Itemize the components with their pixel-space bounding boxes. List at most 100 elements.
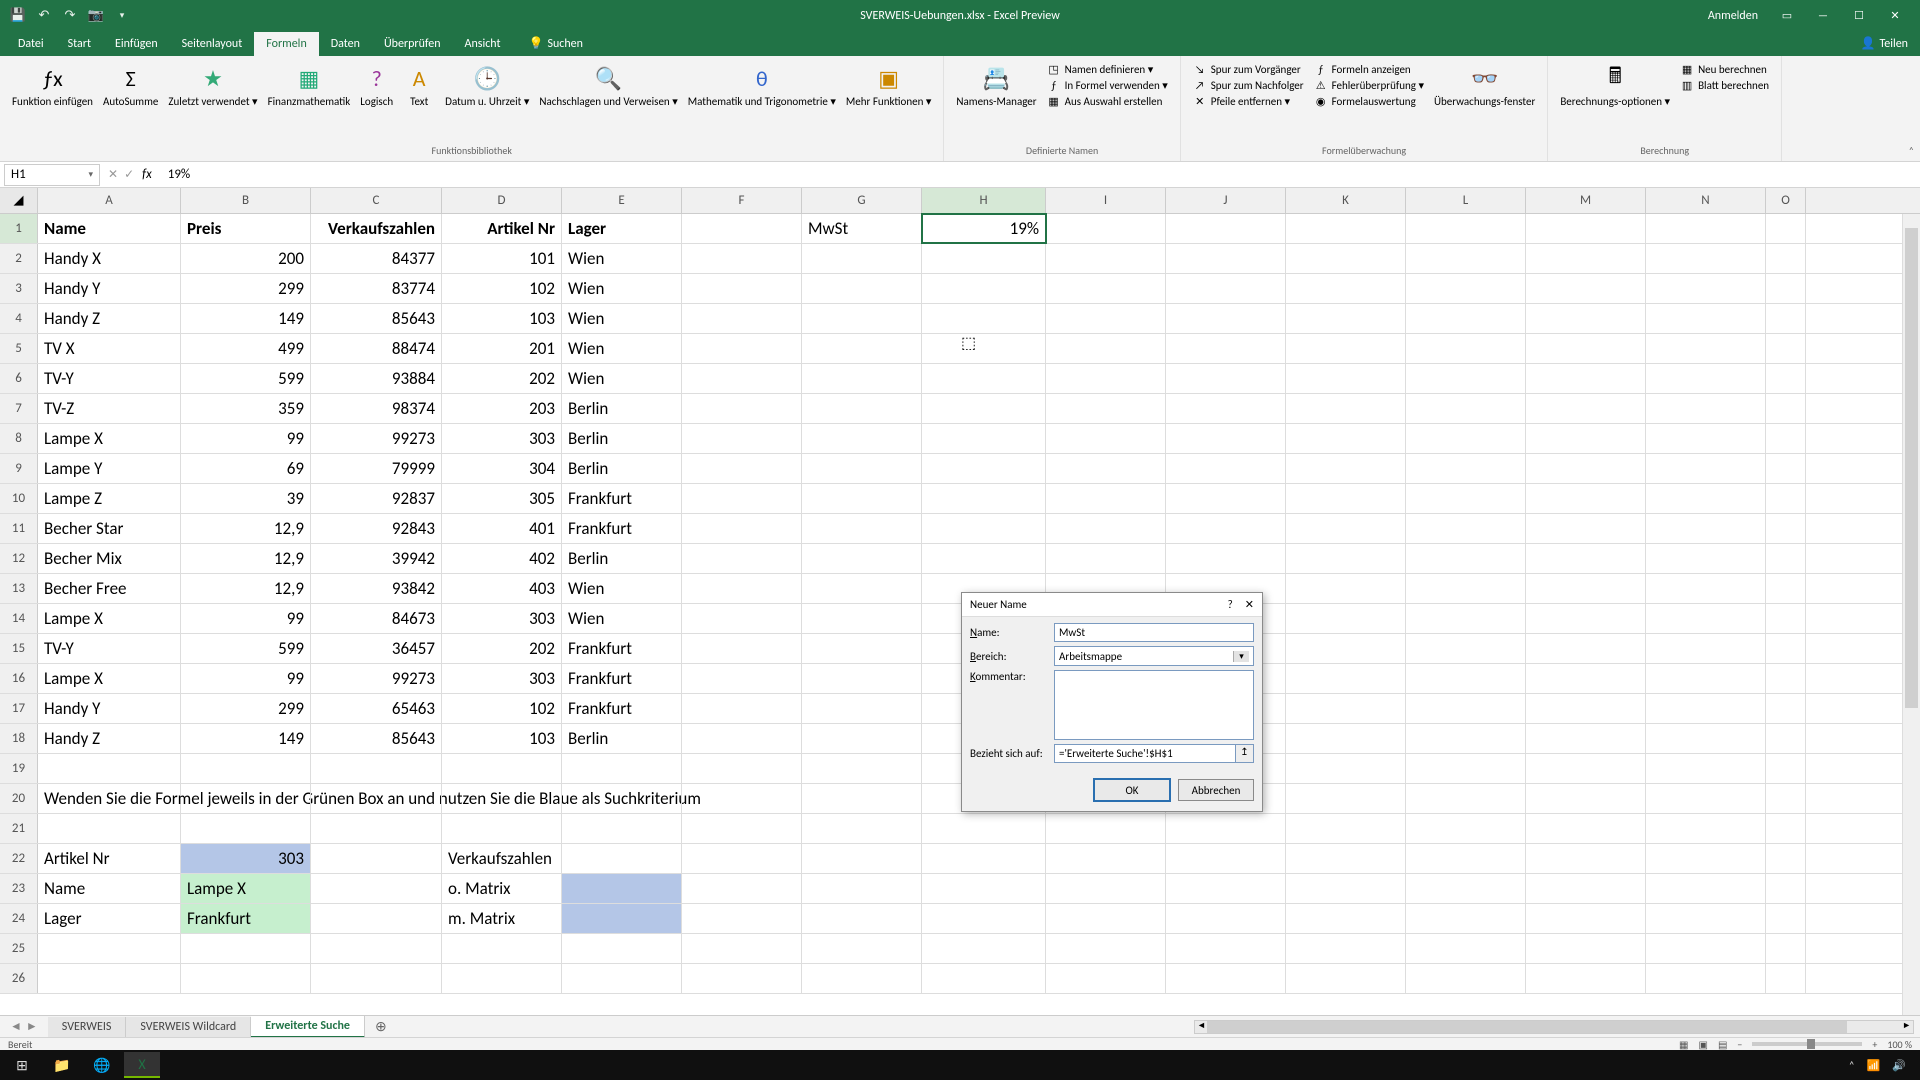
name-input[interactable] [1054,623,1254,642]
cell[interactable] [922,484,1046,513]
cell[interactable] [1646,784,1766,813]
cell[interactable]: 299 [181,694,311,723]
browser-icon[interactable]: 🌐 [84,1052,120,1078]
cell[interactable] [1766,544,1806,573]
use-in-formula-button[interactable]: ƒIn Formel verwenden ▾ [1047,78,1168,92]
cell[interactable] [1526,964,1646,993]
calc-sheet-button[interactable]: ▥Blatt berechnen [1680,78,1769,92]
row-header[interactable]: 17 [0,694,38,723]
cell[interactable] [38,964,181,993]
cell[interactable]: 85643 [311,304,442,333]
cell[interactable] [1286,754,1406,783]
cell[interactable] [1646,274,1766,303]
cell[interactable]: Wien [562,304,682,333]
cell[interactable] [1526,694,1646,723]
cell[interactable]: 12,9 [181,574,311,603]
cell[interactable] [1406,274,1526,303]
cell[interactable]: 403 [442,574,562,603]
cell[interactable] [922,904,1046,933]
cell[interactable] [1766,394,1806,423]
cell[interactable] [1286,874,1406,903]
cell[interactable]: Wien [562,574,682,603]
cell[interactable] [562,934,682,963]
cell[interactable] [1286,694,1406,723]
cell[interactable] [1526,634,1646,663]
calc-options-button[interactable]: 🖩Berechnungs-optionen ▾ [1556,60,1674,110]
cell[interactable]: 83774 [311,274,442,303]
cell[interactable] [1526,604,1646,633]
cell[interactable]: Artikel Nr [442,214,562,243]
close-icon[interactable]: ✕ [1878,6,1912,26]
cell[interactable] [1286,334,1406,363]
cell[interactable] [922,814,1046,843]
watch-window-button[interactable]: 👓Überwachungs-fenster [1430,60,1539,110]
cell[interactable]: 599 [181,634,311,663]
row-header[interactable]: 1 [0,214,38,243]
cell[interactable] [1766,334,1806,363]
cell[interactable] [1406,394,1526,423]
cell[interactable] [802,484,922,513]
cell[interactable] [1166,394,1286,423]
col-header[interactable]: E [562,188,682,213]
cell[interactable]: TV X [38,334,181,363]
cancel-button[interactable]: Abbrechen [1178,779,1254,801]
col-header[interactable]: L [1406,188,1526,213]
row-header[interactable]: 24 [0,904,38,933]
cell[interactable] [1646,874,1766,903]
cell[interactable] [1526,454,1646,483]
cell[interactable] [1166,484,1286,513]
cell[interactable] [1646,454,1766,483]
cell[interactable] [1046,244,1166,273]
cell[interactable] [1286,514,1406,543]
cell[interactable] [802,784,922,813]
cell[interactable] [1526,724,1646,753]
cell[interactable]: Frankfurt [562,484,682,513]
cell[interactable]: MwSt [802,214,922,243]
cell[interactable]: m. Matrix [442,904,562,933]
cell[interactable] [1646,964,1766,993]
formula-input[interactable]: 19% [162,167,1920,182]
qat-dropdown-icon[interactable]: ▾ [112,6,132,26]
cell[interactable]: Frankfurt [562,514,682,543]
cell[interactable] [802,934,922,963]
row-header[interactable]: 25 [0,934,38,963]
cell[interactable] [682,484,802,513]
calc-now-button[interactable]: ▦Neu berechnen [1680,62,1769,76]
cell[interactable]: 69 [181,454,311,483]
cell[interactable] [682,574,802,603]
cell[interactable] [1766,814,1806,843]
save-icon[interactable]: 💾 [8,6,28,26]
cell[interactable]: 299 [181,274,311,303]
row-header[interactable]: 7 [0,394,38,423]
cell[interactable]: 99273 [311,664,442,693]
row-header[interactable]: 22 [0,844,38,873]
vertical-scrollbar[interactable] [1902,214,1920,1015]
cell[interactable] [1166,964,1286,993]
datetime-button[interactable]: 🕒Datum u. Uhrzeit ▾ [441,60,533,110]
cell[interactable]: TV-Y [38,634,181,663]
cell[interactable] [311,784,442,813]
error-check-button[interactable]: ⚠Fehlerüberprüfung ▾ [1314,78,1424,92]
cell[interactable] [1166,364,1286,393]
cell[interactable]: Lager [38,904,181,933]
horizontal-scrollbar[interactable]: ◄ ► [1194,1020,1914,1034]
help-icon[interactable]: ? [1228,598,1233,611]
cell[interactable] [1286,574,1406,603]
chevron-down-icon[interactable]: ▾ [88,169,93,180]
network-icon[interactable]: 📶 [1867,1059,1881,1072]
add-sheet-button[interactable]: ⊕ [365,1015,397,1038]
cell[interactable] [1046,454,1166,483]
row-header[interactable]: 4 [0,304,38,333]
cell[interactable]: Wien [562,604,682,633]
zoom-slider[interactable] [1752,1042,1862,1046]
cell[interactable]: 305 [442,484,562,513]
cell[interactable] [802,904,922,933]
cell[interactable] [802,814,922,843]
cell[interactable] [38,814,181,843]
cell[interactable] [442,814,562,843]
recent-button[interactable]: ★Zuletzt verwendet ▾ [164,60,261,110]
cell[interactable] [682,244,802,273]
cell[interactable]: 12,9 [181,544,311,573]
undo-icon[interactable]: ↶ [34,6,54,26]
cell[interactable]: 200 [181,244,311,273]
